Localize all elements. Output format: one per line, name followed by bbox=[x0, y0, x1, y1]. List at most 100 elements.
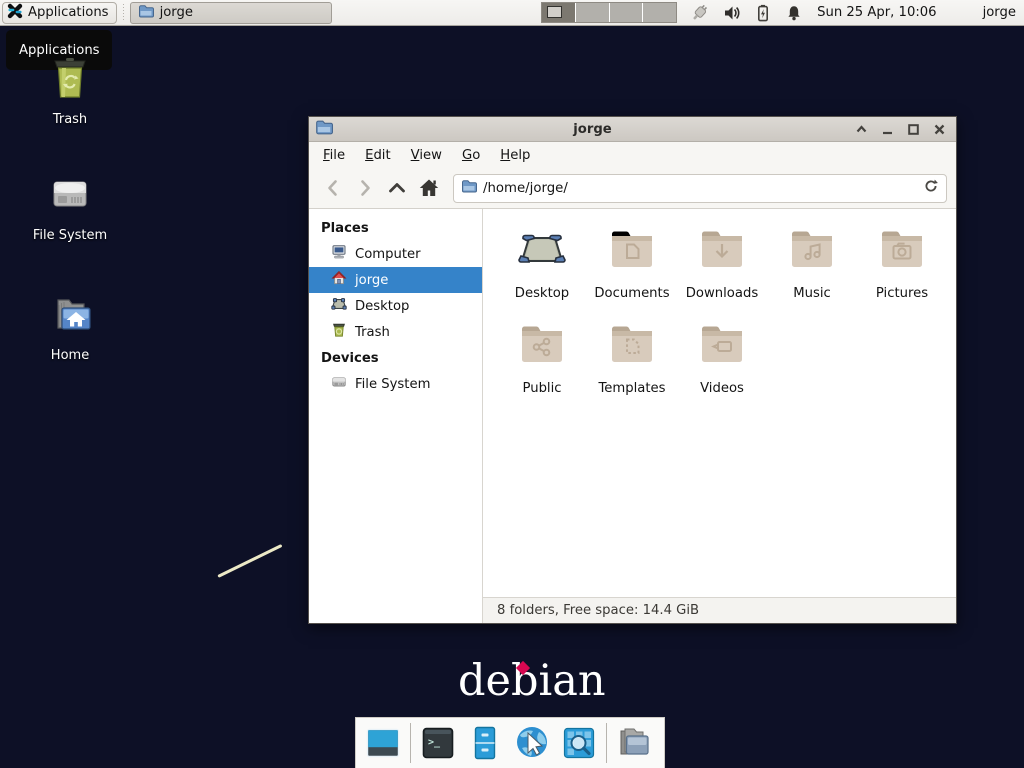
computer-icon bbox=[331, 244, 347, 264]
file-item-pictures[interactable]: Pictures bbox=[858, 219, 946, 314]
sidebar-item-computer[interactable]: Computer bbox=[309, 241, 482, 267]
sidebar-item-label: Trash bbox=[355, 325, 390, 340]
desktop-icon-trash[interactable]: Trash bbox=[22, 54, 118, 127]
network-plug-icon[interactable] bbox=[691, 3, 710, 22]
system-tray bbox=[691, 3, 803, 22]
workspace-2[interactable] bbox=[576, 3, 610, 22]
forward-button[interactable] bbox=[350, 174, 379, 203]
file-item-music[interactable]: Music bbox=[768, 219, 856, 314]
back-button[interactable] bbox=[318, 174, 347, 203]
file-item-label: Documents bbox=[594, 286, 669, 301]
home-button[interactable] bbox=[414, 174, 443, 203]
window-titlebar[interactable]: jorge bbox=[309, 117, 956, 142]
trash-icon bbox=[46, 54, 94, 106]
file-item-label: Videos bbox=[700, 381, 744, 396]
sidebar-item-label: File System bbox=[355, 377, 430, 392]
application-finder-icon[interactable] bbox=[559, 723, 599, 763]
home-icon bbox=[331, 270, 347, 290]
sidebar-item-file-system[interactable]: File System bbox=[309, 371, 482, 397]
desktop-icon-home[interactable]: Home bbox=[22, 290, 118, 363]
file-cabinet-icon[interactable] bbox=[465, 723, 505, 763]
desktop-icon-file-system[interactable]: File System bbox=[22, 170, 118, 243]
desktop-special-icon bbox=[518, 227, 566, 279]
file-item-downloads[interactable]: Downloads bbox=[678, 219, 766, 314]
window-controls bbox=[852, 120, 948, 138]
file-grid: Desktop Documents bbox=[483, 209, 956, 597]
panel-handle[interactable] bbox=[120, 4, 127, 22]
file-manager-window: jorge File Edit View Go Help bbox=[308, 116, 957, 624]
battery-charging-icon[interactable] bbox=[754, 4, 772, 22]
workspace-1[interactable] bbox=[542, 3, 576, 22]
downloads-folder-icon bbox=[698, 227, 746, 279]
taskbar-window-button[interactable]: jorge bbox=[130, 2, 332, 24]
menu-view[interactable]: View bbox=[401, 143, 452, 168]
minimize-button[interactable] bbox=[878, 120, 896, 138]
menu-file[interactable]: File bbox=[313, 143, 355, 168]
file-manager-icon[interactable] bbox=[614, 723, 654, 763]
hard-drive-icon bbox=[46, 170, 94, 222]
file-item-public[interactable]: Public bbox=[498, 314, 586, 409]
menubar: File Edit View Go Help bbox=[309, 142, 956, 168]
desktop-icon bbox=[331, 296, 347, 316]
file-item-label: Music bbox=[793, 286, 831, 301]
applications-menu-button[interactable]: Applications bbox=[2, 2, 117, 24]
sidebar-item-trash[interactable]: Trash bbox=[309, 319, 482, 345]
hard-drive-icon bbox=[331, 374, 347, 394]
show-desktop-icon[interactable] bbox=[363, 723, 403, 763]
videos-folder-icon bbox=[698, 322, 746, 374]
sidebar-item-label: Computer bbox=[355, 247, 421, 262]
desktop-icon-label: Trash bbox=[53, 112, 87, 127]
bottom-dock: >_ bbox=[355, 717, 665, 768]
applications-menu-label: Applications bbox=[28, 5, 109, 20]
panel-clock[interactable]: Sun 25 Apr, 10:06 bbox=[817, 5, 936, 20]
folder-icon bbox=[138, 3, 154, 23]
sidebar-item-jorge[interactable]: jorge bbox=[309, 267, 482, 293]
menu-edit[interactable]: Edit bbox=[355, 143, 401, 168]
trash-icon bbox=[331, 322, 347, 342]
file-item-label: Desktop bbox=[515, 286, 569, 301]
workspace-4[interactable] bbox=[643, 3, 676, 22]
close-button[interactable] bbox=[930, 120, 948, 138]
terminal-icon[interactable]: >_ bbox=[418, 723, 458, 763]
sidebar-header-places: Places bbox=[309, 215, 482, 241]
shade-button[interactable] bbox=[852, 120, 870, 138]
workspace-3[interactable] bbox=[610, 3, 644, 22]
file-item-label: Downloads bbox=[686, 286, 758, 301]
menu-help[interactable]: Help bbox=[490, 143, 540, 168]
main-pane: Desktop Documents bbox=[483, 209, 956, 623]
sidebar-item-label: jorge bbox=[355, 273, 388, 288]
up-button[interactable] bbox=[382, 174, 411, 203]
file-item-label: Public bbox=[522, 381, 561, 396]
volume-icon[interactable] bbox=[723, 4, 741, 22]
maximize-button[interactable] bbox=[904, 120, 922, 138]
file-item-documents[interactable]: Documents bbox=[588, 219, 676, 314]
workspace-switcher[interactable] bbox=[541, 2, 677, 23]
top-panel: Applications jorge bbox=[0, 0, 1024, 26]
file-item-desktop[interactable]: Desktop bbox=[498, 219, 586, 314]
public-folder-icon bbox=[518, 322, 566, 374]
window-title: jorge bbox=[339, 122, 846, 137]
sidebar-item-label: Desktop bbox=[355, 299, 409, 314]
debian-logo: debian bbox=[458, 660, 606, 703]
svg-text:>_: >_ bbox=[428, 737, 441, 748]
xfce-menu-icon bbox=[7, 3, 23, 23]
file-item-templates[interactable]: Templates bbox=[588, 314, 676, 409]
window-body: Places Computer bbox=[309, 209, 956, 623]
file-item-videos[interactable]: Videos bbox=[678, 314, 766, 409]
menu-go[interactable]: Go bbox=[452, 143, 490, 168]
pictures-folder-icon bbox=[878, 227, 926, 279]
web-browser-icon[interactable] bbox=[512, 723, 552, 763]
statusbar-text: 8 folders, Free space: 14.4 GiB bbox=[497, 603, 699, 618]
taskbar-window-label: jorge bbox=[160, 5, 193, 20]
sidebar: Places Computer bbox=[309, 209, 483, 623]
templates-folder-icon bbox=[608, 322, 656, 374]
sidebar-item-desktop[interactable]: Desktop bbox=[309, 293, 482, 319]
reload-icon[interactable] bbox=[923, 178, 939, 198]
file-item-label: Templates bbox=[598, 381, 665, 396]
panel-username[interactable]: jorge bbox=[983, 5, 1016, 20]
address-path[interactable]: /home/jorge/ bbox=[483, 181, 917, 196]
statusbar: 8 folders, Free space: 14.4 GiB bbox=[483, 597, 956, 623]
notifications-bell-icon[interactable] bbox=[785, 4, 803, 22]
address-bar[interactable]: /home/jorge/ bbox=[453, 174, 947, 203]
dock-separator bbox=[606, 723, 607, 763]
